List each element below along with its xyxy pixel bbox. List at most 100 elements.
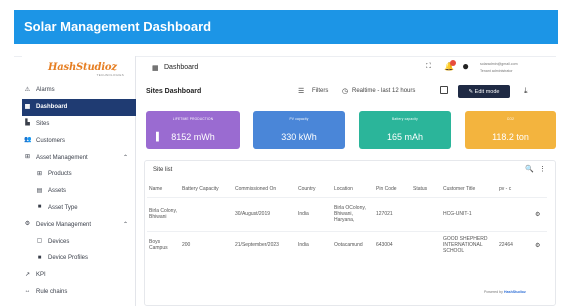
cell-customer: HCG-UNIT-1 [441, 196, 497, 231]
assets-icon: ▤ [36, 187, 43, 194]
chevron-up-icon[interactable]: ⌃ [123, 154, 128, 161]
cell-country: India [296, 230, 332, 259]
rule-chain-icon: ↔ [24, 288, 31, 295]
sidebar-item-label: KPI [36, 272, 46, 279]
sidebar-item-asset-type[interactable]: ■ Asset Type [22, 200, 136, 217]
sidebar-item-device-profiles[interactable]: ■ Device Profiles [22, 250, 136, 267]
kpi-card-label: CO2 [506, 117, 515, 121]
search-icon[interactable]: 🔍 [525, 165, 534, 173]
kpi-card-battery-capacity: Battery capacity 165 mAh [359, 111, 451, 149]
table-row[interactable]: Birla Colony, Bhiwani 30/August/2019 Ind… [147, 196, 547, 231]
sidebar-item-label: Assets [48, 188, 67, 195]
table-row[interactable]: Boys Campus 200 21/September/2023 India … [147, 230, 547, 259]
column-header[interactable]: Country [296, 181, 332, 197]
powered-by: Powered by HashStudioz [484, 290, 526, 294]
sidebar-item-customers[interactable]: 👥 Customers [22, 132, 136, 149]
grid-icon: ▦ [152, 65, 159, 72]
device-management-icon: ⚙ [24, 221, 31, 228]
image-icon[interactable] [440, 86, 448, 94]
sidebar-item-asset-management[interactable]: ⊞ Asset Management ⌃ [22, 149, 136, 166]
sidebar-item-products[interactable]: ⊞ Products [22, 166, 136, 183]
dashboard-icon: ▦ [24, 103, 31, 110]
logo-text: HashStudioz [48, 62, 117, 73]
cell-location: Ootacamund [332, 230, 374, 259]
sidebar-item-assets[interactable]: ▤ Assets [22, 183, 136, 200]
column-header[interactable]: Battery Capacity [180, 181, 233, 197]
sidebar-item-devices[interactable]: ▢ Devices [22, 233, 136, 250]
kpi-card-value: 8152 mWh [171, 132, 215, 142]
banner-title: Solar Management Dashboard [24, 19, 212, 34]
column-header [533, 181, 547, 197]
avatar-icon[interactable]: ● [462, 60, 469, 72]
user-role: Tenant administrator [480, 69, 513, 73]
customers-icon: 👥 [24, 137, 32, 144]
cell-commissioned: 21/September/2023 [233, 230, 296, 259]
column-header[interactable]: pv - c [497, 181, 533, 197]
page-title: Dashboard [164, 64, 199, 71]
notification-badge [450, 60, 456, 66]
clock-icon[interactable]: ◷ [342, 87, 348, 95]
column-header[interactable]: Location [332, 181, 374, 197]
top-bar: ▦ Dashboard ⛶ 🔔 ● solaradmin@gmail.com T… [144, 60, 554, 78]
trend-icon: ↗ [24, 271, 31, 278]
gear-icon[interactable]: ⚙ [533, 230, 547, 259]
cell-battery: 200 [180, 230, 233, 259]
site-list-title: Site list [153, 167, 173, 173]
sidebar-item-dashboard[interactable]: ▦ Dashboard [22, 98, 136, 116]
site-table: Name Battery Capacity Commissioned On Co… [147, 181, 547, 259]
table-header-row: Name Battery Capacity Commissioned On Co… [147, 181, 547, 197]
cell-pv [497, 196, 533, 231]
logo-subtext: TECHNOLOGIES [96, 73, 124, 77]
logo: HashStudioz TECHNOLOGIES [48, 62, 128, 82]
sidebar-item-rule-chains[interactable]: ↔ Rule chains [22, 284, 136, 301]
kpi-card-label: LIFETIME PRODUCTION [172, 117, 214, 121]
kpi-card-value: 165 mAh [386, 132, 424, 142]
kpi-card-pv-capacity: PV capacity 330 kWh [253, 111, 345, 149]
kpi-card-value: 330 kWh [281, 132, 317, 142]
dashboard-toolbar: Sites Dashboard ☰ Filters ◷ Realtime - l… [144, 82, 554, 102]
kpi-card-lifetime-production: LIFETIME PRODUCTION ▌ 8152 mWh [146, 111, 240, 149]
sidebar-item-label: Devices [48, 238, 70, 245]
sidebar-item-kpi[interactable]: ↗ KPI [22, 267, 136, 284]
cell-country: India [296, 196, 332, 231]
kpi-card-value: 118.2 ton [492, 132, 529, 142]
kpi-card-label: Battery capacity [392, 117, 418, 121]
filter-icon[interactable]: ☰ [298, 87, 304, 95]
sidebar-item-sites[interactable]: ▙ Sites [22, 116, 136, 133]
column-header[interactable]: Name [147, 181, 180, 197]
sidebar-item-label: Alarms [36, 87, 55, 94]
sidebar-item-device-management[interactable]: ⚙ Device Management ⌃ [22, 216, 136, 233]
sidebar-item-alarms[interactable]: ⚠ Alarms [22, 82, 136, 99]
column-header[interactable]: Commissioned On [233, 181, 296, 197]
download-icon[interactable]: ⤓ [524, 86, 528, 96]
sidebar-item-label: Device Management [36, 221, 92, 228]
cell-commissioned: 30/August/2019 [233, 196, 296, 231]
sidebar-item-label: Sites [36, 120, 50, 127]
filters-button[interactable]: Filters [312, 88, 328, 94]
products-icon: ⊞ [36, 170, 43, 177]
banner: Solar Management Dashboard [14, 10, 558, 44]
fullscreen-icon[interactable]: ⛶ [426, 63, 431, 71]
devices-icon: ▢ [36, 238, 43, 245]
sidebar-item-label: Dashboard [36, 104, 68, 111]
chevron-up-icon[interactable]: ⌃ [123, 221, 128, 228]
powered-by-prefix: Powered by [484, 290, 503, 294]
cell-pv: 22464 [497, 230, 533, 259]
cell-pin: 127021 [374, 196, 411, 231]
gear-icon[interactable]: ⚙ [533, 196, 547, 231]
kpi-card-label: PV capacity [289, 117, 309, 121]
cell-customer: GOOD SHEPHERD INTERNATIONAL SCHOOL [441, 230, 497, 259]
column-header[interactable]: Status [411, 181, 441, 197]
column-header[interactable]: Pin Code [374, 181, 411, 197]
edit-mode-button[interactable]: ✎ Edit mode [458, 85, 510, 98]
sidebar-item-label: Products [48, 171, 72, 178]
more-icon[interactable]: ⋮ [539, 165, 546, 173]
powered-by-brand: HashStudioz [503, 290, 526, 294]
asset-management-icon: ⊞ [24, 154, 31, 161]
cell-name: Birla Colony, Bhiwani [147, 196, 180, 231]
timewindow-selector[interactable]: Realtime - last 12 hours [352, 88, 415, 94]
asset-type-icon: ■ [37, 204, 42, 211]
cell-location: Birla OColony, Bhiwani, Haryana, [332, 196, 374, 231]
sites-icon: ▙ [25, 120, 30, 127]
column-header[interactable]: Customer Title [441, 181, 497, 197]
